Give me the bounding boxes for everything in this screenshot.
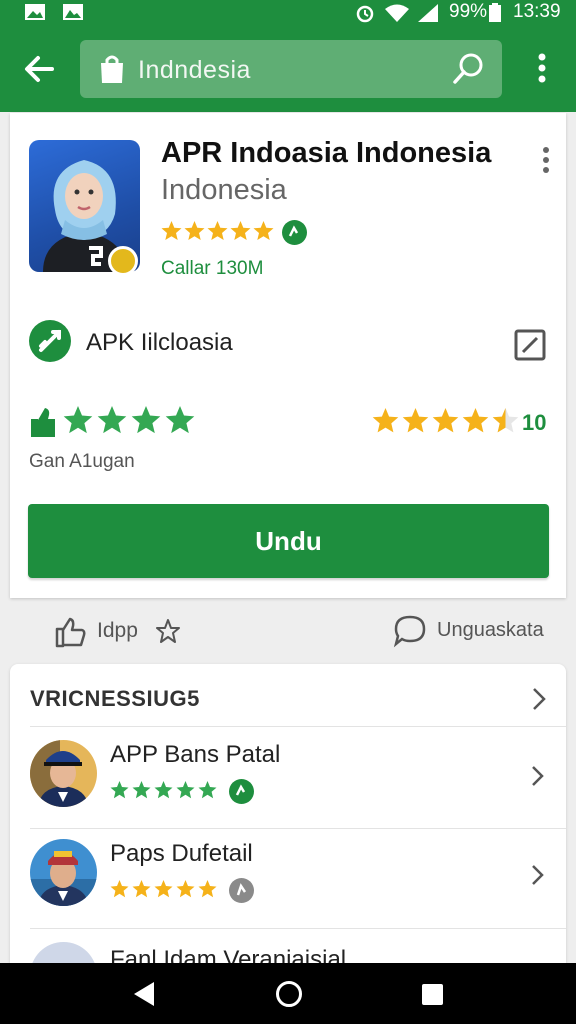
search-bar[interactable]: Indndesia: [80, 40, 502, 98]
star-icon: [110, 781, 129, 799]
star-icon: [131, 406, 161, 434]
star-icon: [154, 781, 173, 799]
battery-percent: 99%: [449, 1, 488, 22]
star-icon: [97, 406, 127, 434]
battery-icon: [489, 3, 501, 22]
app-detail-card: APR Indoasia Indonesia Indonesia Callar …: [10, 113, 566, 598]
list-item[interactable]: Paps Dufetail: [10, 829, 566, 927]
edit-external-icon[interactable]: [513, 328, 547, 362]
thumb-up-icon: [31, 408, 55, 437]
list-item-rating: [110, 781, 217, 799]
star-icon: [372, 408, 399, 433]
app-rating-stars: [161, 221, 274, 240]
star-icon: [184, 221, 205, 240]
chevron-right-icon[interactable]: [530, 863, 546, 887]
wifi-icon: [385, 4, 409, 22]
star-icon: [154, 880, 173, 898]
star-icon: [176, 781, 195, 799]
nav-recent-icon[interactable]: [421, 983, 444, 1006]
star-icon: [132, 880, 151, 898]
search-icon[interactable]: [452, 52, 486, 86]
review-bubble-icon[interactable]: [393, 614, 427, 648]
star-icon: [63, 406, 93, 434]
star-icon: [402, 408, 429, 433]
avatar: [30, 839, 97, 906]
verified-badge-icon: [282, 220, 307, 245]
star-icon: [165, 406, 195, 434]
more-vert-icon[interactable]: [540, 145, 552, 175]
star-icon: [198, 880, 217, 898]
overall-rating-stars: [372, 408, 519, 433]
verified-badge-icon: [229, 779, 254, 804]
rating-count: 10: [522, 410, 547, 435]
clock: 13:39: [513, 1, 561, 22]
star-icon: [253, 221, 274, 240]
star-icon: [198, 781, 217, 799]
user-rating-stars[interactable]: [29, 405, 199, 439]
nav-back-icon[interactable]: [131, 980, 157, 1008]
shopping-bag-icon: [101, 55, 123, 83]
search-input[interactable]: Indndesia: [138, 56, 251, 85]
chevron-right-icon[interactable]: [530, 686, 548, 712]
back-arrow-icon[interactable]: [18, 48, 60, 90]
gallery-notification-icon: [25, 4, 45, 20]
list-item-rating: [110, 880, 217, 898]
chevron-right-icon[interactable]: [530, 764, 546, 788]
app-title: APR Indoasia Indonesia: [161, 137, 492, 169]
nav-home-icon[interactable]: [275, 980, 303, 1008]
like-label[interactable]: Idpp: [97, 619, 138, 643]
star-icon: [161, 221, 182, 240]
apk-link-icon: [29, 320, 71, 362]
section-title: VRICNESSIUG5: [30, 686, 200, 711]
star-icon: [207, 221, 228, 240]
star-icon: [176, 880, 195, 898]
list-item-title: APP Bans Patal: [110, 741, 281, 768]
action-row: Idpp Unguaskata: [0, 600, 576, 662]
install-button[interactable]: Undu: [28, 504, 549, 578]
more-vert-icon[interactable]: [528, 52, 556, 88]
signal-icon: [418, 4, 438, 22]
star-icon: [230, 221, 251, 240]
star-icon: [110, 880, 129, 898]
apk-label[interactable]: APK Iilcloasia: [86, 329, 233, 357]
list-item-title: Paps Dufetail: [110, 840, 253, 867]
badge-icon: [229, 878, 254, 903]
app-badge-icon: [108, 246, 138, 276]
star-icon: [132, 781, 151, 799]
downloads-count: Callar 130M: [161, 258, 264, 279]
app-bar: Indndesia: [0, 26, 576, 112]
avatar: [30, 740, 97, 807]
divider: [30, 726, 566, 727]
list-item[interactable]: APP Bans Patal: [10, 730, 566, 828]
image-notification-icon: [63, 4, 83, 20]
divider: [30, 928, 566, 929]
similar-apps-card: VRICNESSIUG5 APP Bans Patal Paps Dufetai…: [10, 664, 566, 1009]
alarm-icon: [356, 5, 374, 23]
review-label[interactable]: Unguaskata: [437, 619, 544, 642]
thumb-up-icon[interactable]: [54, 616, 86, 648]
rating-caption: Gan A1ugan: [29, 451, 135, 472]
star-outline-icon[interactable]: [156, 618, 180, 644]
star-icon: [462, 408, 489, 433]
app-developer[interactable]: Indonesia: [161, 174, 287, 207]
status-bar: 99% 13:39: [0, 0, 576, 26]
star-icon: [432, 408, 459, 433]
system-nav-bar: [0, 963, 576, 1024]
